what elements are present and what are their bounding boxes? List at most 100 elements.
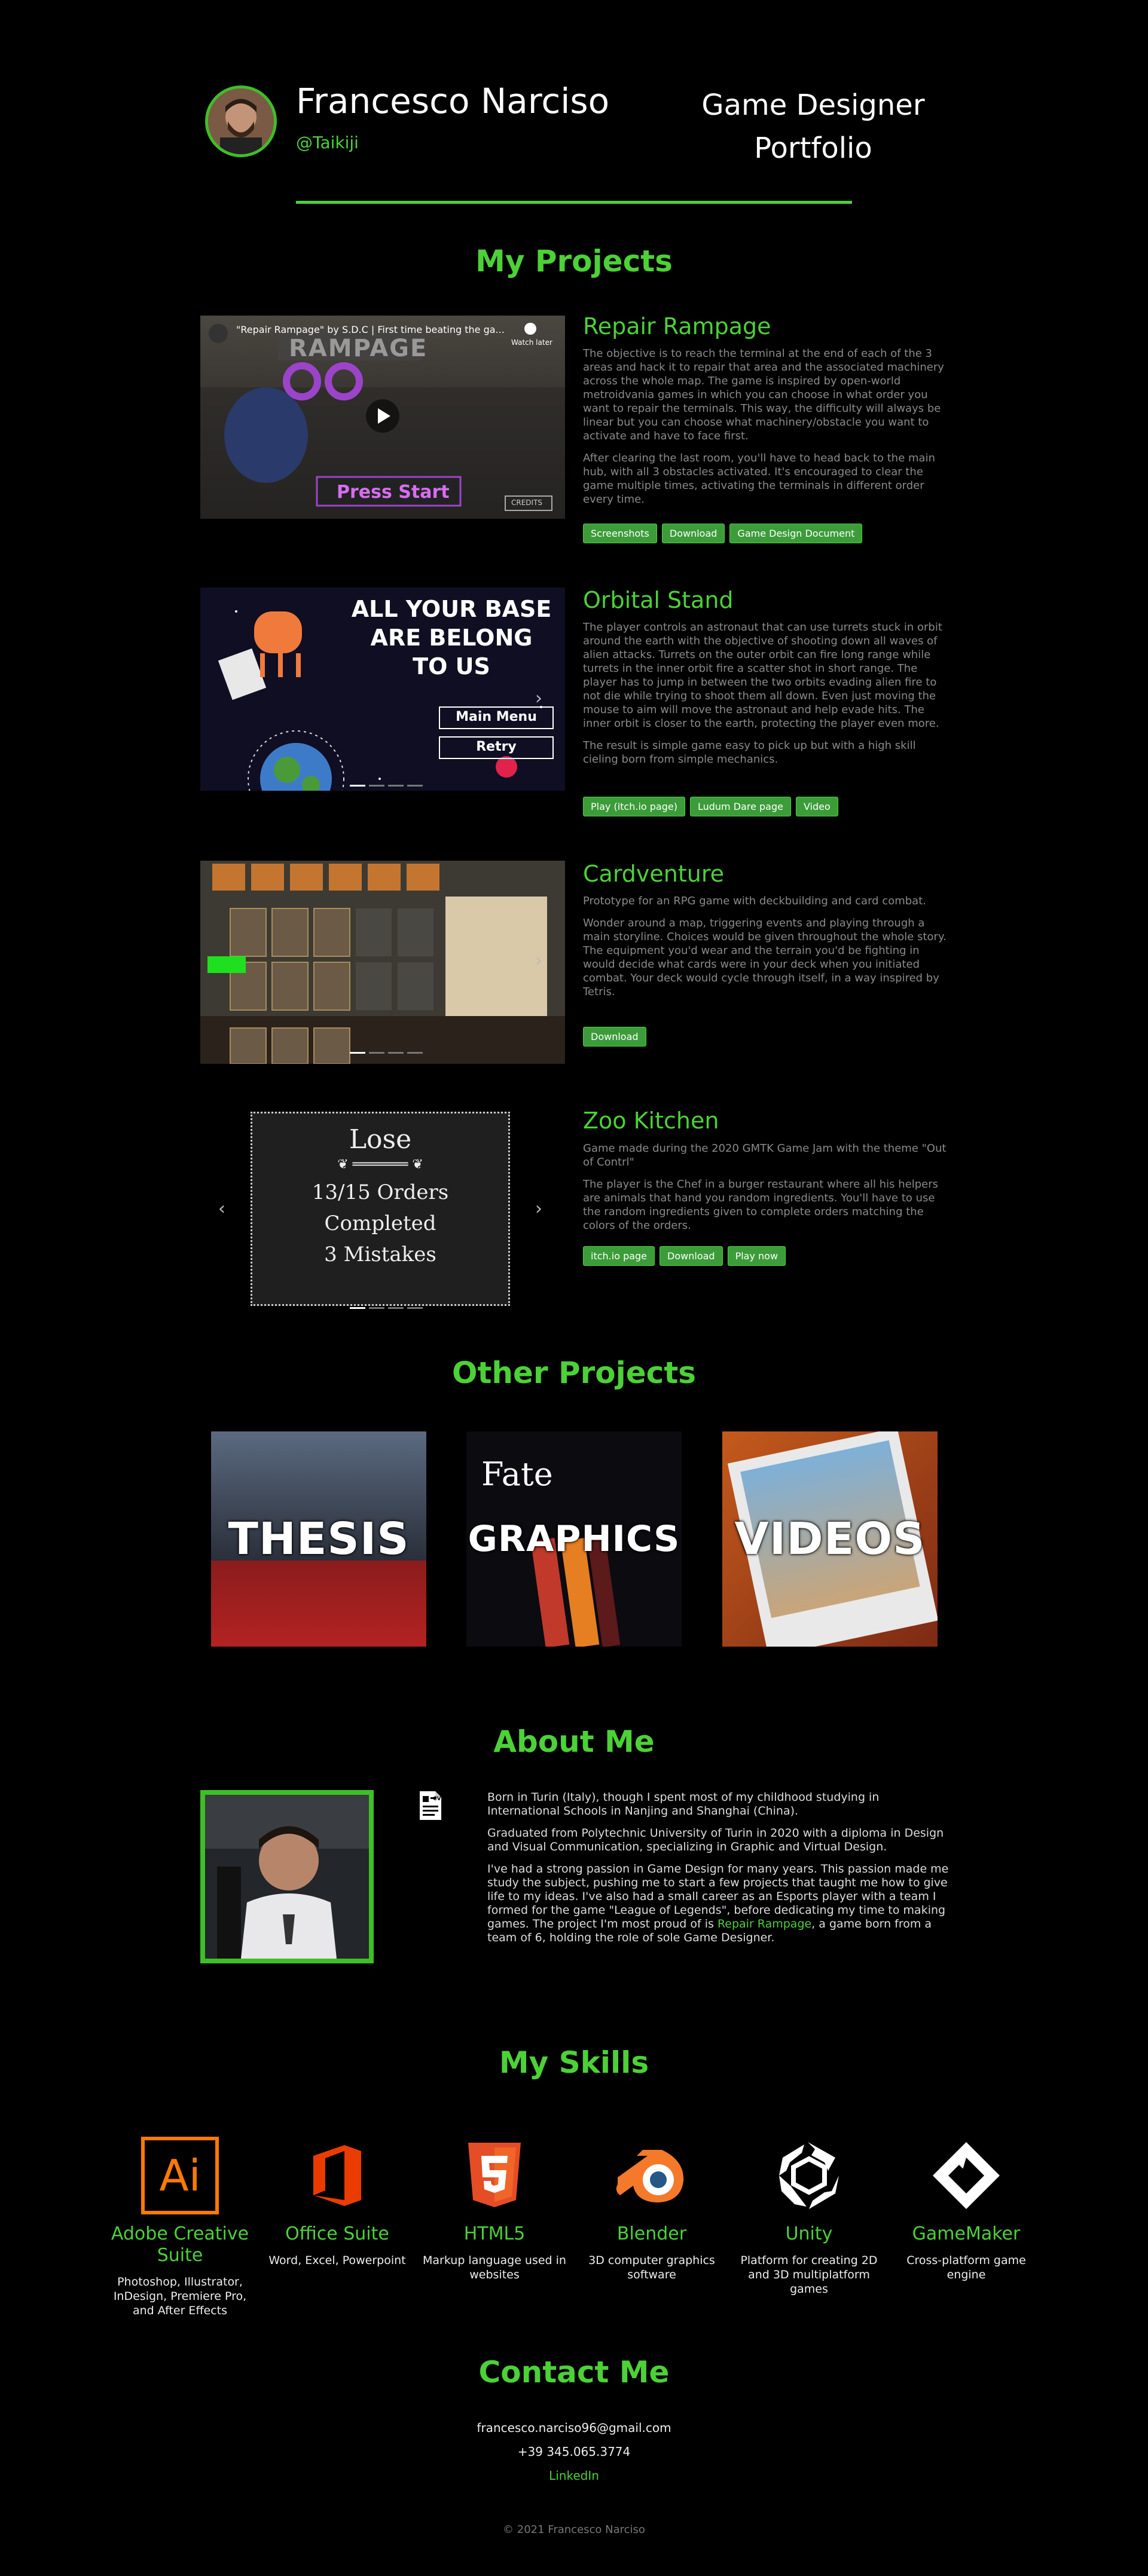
videos-tile[interactable]: VIDEOS (722, 1431, 938, 1647)
about-photo (200, 1790, 374, 1963)
game-logo-text: RAMPAGE (289, 335, 428, 362)
carousel-prev-icon[interactable]: ‹ (218, 1198, 225, 1219)
carousel-dot[interactable] (407, 1052, 423, 1054)
graphics-tile[interactable]: Fate GRAPHICS (466, 1431, 682, 1647)
screenshots-button[interactable]: Screenshots (583, 524, 657, 543)
carousel-dot[interactable] (369, 1052, 384, 1054)
orders-line: 13/15 Orders (312, 1180, 449, 1204)
carousel-dot[interactable] (407, 785, 423, 787)
lose-heading: Lose (349, 1124, 412, 1155)
owner-handle: @Taikiji (296, 133, 359, 152)
contact-title: Contact Me (478, 2355, 670, 2390)
carousel-dot[interactable] (388, 1052, 404, 1054)
page-role-title: Game Designer Portfolio (658, 84, 969, 170)
about-title: About Me (493, 1724, 655, 1759)
profile-avatar (205, 85, 277, 157)
desc-paragraph: Prototype for an RPG game with deckbuild… (583, 895, 926, 907)
cv-label: CV (433, 1796, 441, 1802)
results-text: 13/15 Orders Completed 3 Mistakes (252, 1177, 508, 1270)
cardventure-buttons: Download (583, 1027, 646, 1047)
cv-download-icon[interactable]: CV (419, 1790, 442, 1821)
contact-email[interactable]: francesco.narciso96@gmail.com (0, 2421, 1148, 2435)
play-now-button[interactable]: Play now (727, 1246, 786, 1266)
about-body: Born in Turin (Italy), though I spent mo… (487, 1791, 954, 1953)
carousel-dot[interactable] (350, 1307, 365, 1309)
desc-paragraph: Wonder around a map, triggering events a… (583, 917, 947, 998)
desc-paragraph: After clearing the last room, you'll hav… (583, 452, 935, 506)
carousel-next-icon[interactable]: › (535, 950, 542, 971)
carousel-dot[interactable] (350, 1052, 365, 1054)
skill-desc: 3D computer graphics software (588, 2254, 715, 2281)
repair-rampage-link[interactable]: Repair Rampage (718, 1917, 811, 1931)
project-desc-orbital-stand: The player controls an astronaut that ca… (583, 620, 948, 766)
carousel-dot[interactable] (388, 785, 404, 787)
unity-icon (737, 2134, 881, 2217)
screen-line: TO US (413, 653, 490, 680)
project-title-orbital-stand: Orbital Stand (583, 587, 734, 613)
desc-paragraph: The player controls an astronaut that ca… (583, 621, 942, 730)
zoo-kitchen-carousel[interactable]: Lose ❦ ═══════ ❦ 13/15 Orders Completed … (200, 1109, 565, 1315)
skill-name: HTML5 (463, 2223, 526, 2244)
retry-text: Retry (476, 739, 517, 754)
carousel-dot[interactable] (369, 1307, 384, 1309)
carousel-dot[interactable] (369, 785, 384, 787)
carousel-next-icon[interactable]: › (535, 688, 542, 709)
footer-copyright: © 2021 Francesco Narciso (503, 2523, 645, 2536)
skill-name: Office Suite (285, 2223, 389, 2244)
skill-name: Unity (785, 2223, 833, 2244)
skill-desc: Platform for creating 2D and 3D multipla… (740, 2254, 878, 2296)
press-start-text: Press Start (337, 482, 450, 503)
other-projects-title: Other Projects (452, 1356, 696, 1390)
skill-blender: Blender 3D computer graphics software (580, 2134, 723, 2282)
carousel-dot[interactable] (407, 1307, 423, 1309)
repair-rampage-video[interactable]: "Repair Rampage" by S.D.C | First time b… (200, 316, 565, 519)
office-icon (265, 2134, 409, 2217)
video-button[interactable]: Video (795, 797, 838, 816)
download-button[interactable]: Download (660, 1246, 723, 1266)
fate-caption: Fate (481, 1455, 553, 1493)
chalkboard-screen: Lose ❦ ═══════ ❦ 13/15 Orders Completed … (251, 1112, 510, 1306)
html5-icon (423, 2134, 566, 2217)
orbital-screen-heading: ALL YOUR BASE ARE BELONG TO US (350, 595, 553, 681)
skill-name: Blender (616, 2223, 687, 2244)
watch-later-label[interactable]: Watch later (511, 338, 552, 347)
project-desc-cardventure: Prototype for an RPG game with deckbuild… (583, 894, 948, 999)
download-button[interactable]: Download (583, 1027, 646, 1047)
completed-line: Completed (324, 1211, 436, 1235)
download-button[interactable]: Download (661, 524, 725, 543)
contact-phone[interactable]: +39 345.065.3774 (0, 2445, 1148, 2459)
project-title-repair-rampage: Repair Rampage (583, 313, 771, 339)
screen-line: ARE BELONG (370, 625, 533, 651)
skill-html5: HTML5 Markup language used in websites (423, 2134, 566, 2282)
project-desc-repair-rampage: The objective is to reach the terminal a… (583, 347, 948, 506)
carousel-dot[interactable] (388, 1307, 404, 1309)
play-itch-button[interactable]: Play (itch.io page) (583, 797, 685, 816)
carousel-indicators[interactable] (350, 1307, 423, 1309)
adobe-illustrator-icon: Ai (108, 2134, 252, 2217)
cardventure-carousel[interactable]: › (200, 861, 565, 1064)
carousel-dot[interactable] (350, 785, 365, 787)
graphics-label: GRAPHICS (468, 1518, 680, 1560)
site-owner-name: Francesco Narciso (296, 81, 610, 121)
carousel-indicators[interactable] (350, 1052, 423, 1054)
orbital-stand-buttons: Play (itch.io page) Ludum Dare page Vide… (583, 797, 838, 816)
project-desc-zoo-kitchen: Game made during the 2020 GMTK Game Jam … (583, 1142, 948, 1232)
orbital-stand-carousel[interactable]: ALL YOUR BASE ARE BELONG TO US Main Menu… (200, 588, 565, 791)
thesis-tile[interactable]: THESIS (211, 1431, 426, 1647)
itch-page-button[interactable]: itch.io page (583, 1246, 655, 1266)
game-design-document-button[interactable]: Game Design Document (729, 524, 863, 543)
carousel-next-icon[interactable]: › (535, 1198, 542, 1219)
repair-rampage-buttons: Screenshots Download Game Design Documen… (583, 524, 863, 543)
skill-desc: Cross-platform game engine (906, 2254, 1026, 2281)
credits-text: CREDITS (511, 498, 543, 507)
thesis-label: THESIS (228, 1513, 410, 1565)
linkedin-link[interactable]: LinkedIn (0, 2468, 1148, 2483)
screen-line: ALL YOUR BASE (351, 596, 552, 622)
laurel-divider: ❦ ═══════ ❦ (337, 1157, 423, 1172)
carousel-indicators[interactable] (350, 785, 423, 787)
skill-name: GameMaker (912, 2223, 1021, 2244)
skill-desc: Markup language used in websites (423, 2254, 566, 2281)
ludum-dare-button[interactable]: Ludum Dare page (689, 797, 791, 816)
blender-icon (580, 2134, 723, 2217)
role-line-1: Game Designer (701, 88, 925, 122)
